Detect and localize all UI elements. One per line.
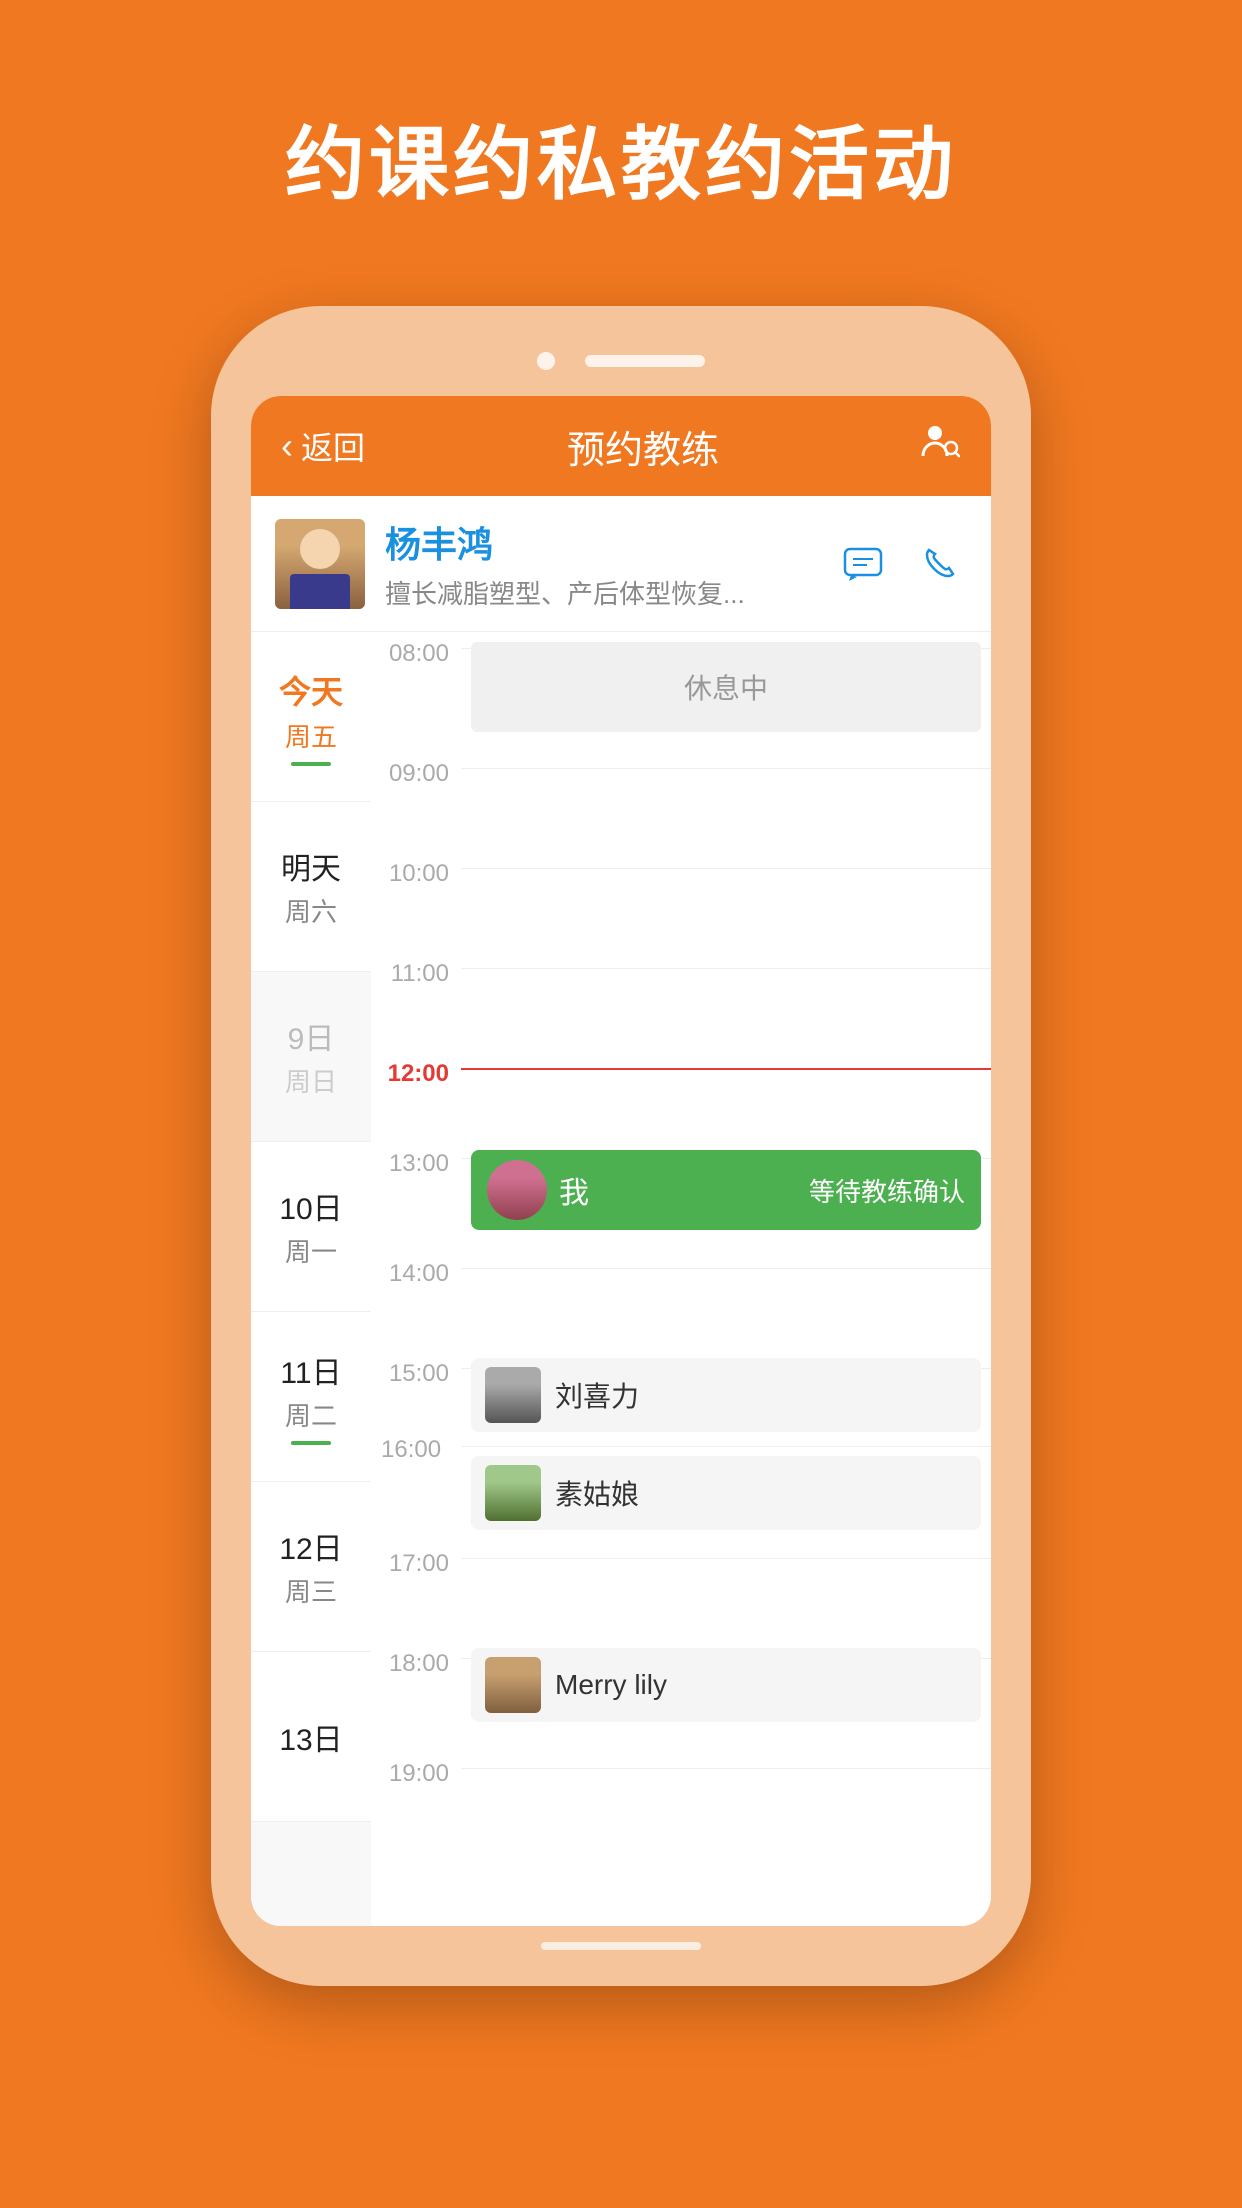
booking-status: 等待教练确认 bbox=[809, 1172, 965, 1209]
time-content-0800: 休息中 bbox=[461, 632, 991, 740]
date-12-weekday: 周三 bbox=[285, 1572, 337, 1609]
time-label-1200: 12:00 bbox=[371, 1052, 461, 1088]
phone-button[interactable] bbox=[911, 540, 967, 588]
time-slot-1400: 14:00 bbox=[371, 1252, 991, 1352]
time-slot-1900: 19:00 bbox=[371, 1752, 991, 1852]
time-label-1500: 15:00 bbox=[371, 1352, 461, 1388]
schedule-area: 08:00 休息中 09:00 10:00 bbox=[371, 632, 991, 1926]
date-item-tomorrow[interactable]: 明天 周六 bbox=[251, 802, 371, 972]
time-label-1900: 19:00 bbox=[371, 1752, 461, 1788]
date-12-label: 12日 bbox=[279, 1524, 342, 1568]
date-9-label: 9日 bbox=[288, 1014, 335, 1058]
time-label-1400: 14:00 bbox=[371, 1252, 461, 1288]
phone-dot bbox=[537, 352, 555, 370]
date-10-label: 10日 bbox=[279, 1184, 342, 1228]
time-content-1800: Merry lily bbox=[461, 1642, 991, 1734]
date-today-weekday: 周五 bbox=[285, 717, 337, 754]
date-9-weekday: 周日 bbox=[285, 1062, 337, 1099]
date-item-11[interactable]: 11日 周二 bbox=[251, 1312, 371, 1482]
time-slot-1300[interactable]: 13:00 我 等待教练确认 bbox=[371, 1142, 991, 1252]
time-slot-1700: 17:00 bbox=[371, 1542, 991, 1642]
today-underline bbox=[291, 762, 331, 766]
time-label-0800: 08:00 bbox=[371, 632, 461, 668]
phone-device: ‹ 返回 预约教练 杨丰鸿 擅长减脂塑型、产后体型恢复... bbox=[211, 306, 1031, 1986]
phone-speaker-bar bbox=[585, 355, 705, 367]
time-label-1100: 11:00 bbox=[371, 952, 461, 988]
merrylily-avatar bbox=[485, 1657, 541, 1713]
page-title: 约课约私教约活动 bbox=[285, 100, 957, 216]
user-slot-liuxili[interactable]: 刘喜力 bbox=[471, 1358, 981, 1432]
time-slot-1200: 12:00 bbox=[371, 1052, 991, 1142]
date-item-13[interactable]: 13日 bbox=[251, 1652, 371, 1822]
phone-screen: ‹ 返回 预约教练 杨丰鸿 擅长减脂塑型、产后体型恢复... bbox=[251, 396, 991, 1926]
time-label-0900: 09:00 bbox=[371, 752, 461, 788]
time-slot-1000: 10:00 bbox=[371, 852, 991, 952]
date-11-label: 11日 bbox=[280, 1348, 341, 1392]
date-tomorrow-label: 明天 bbox=[281, 844, 341, 888]
rest-slot: 休息中 bbox=[471, 642, 981, 732]
user-slot-sugouniang[interactable]: 素姑娘 bbox=[471, 1456, 981, 1530]
merrylily-name: Merry lily bbox=[555, 1669, 667, 1701]
date-10-weekday: 周一 bbox=[285, 1232, 337, 1269]
back-chevron-icon: ‹ bbox=[281, 425, 293, 467]
time-slot-1100: 11:00 bbox=[371, 952, 991, 1052]
sugouniang-name: 素姑娘 bbox=[555, 1473, 639, 1513]
time-label-1000: 10:00 bbox=[371, 852, 461, 888]
trainer-name: 杨丰鸿 bbox=[385, 516, 815, 568]
date-sidebar: 今天 周五 明天 周六 9日 周日 10日 周一 bbox=[251, 632, 371, 1926]
time-slot-0800: 08:00 休息中 bbox=[371, 632, 991, 752]
header-title: 预约教练 bbox=[567, 419, 719, 474]
trainer-bar: 杨丰鸿 擅长减脂塑型、产后体型恢复... bbox=[251, 496, 991, 632]
date-tomorrow-weekday: 周六 bbox=[285, 892, 337, 929]
booking-my-name: 我 bbox=[559, 1168, 589, 1212]
time-label-1800: 18:00 bbox=[371, 1642, 461, 1678]
date-item-12[interactable]: 12日 周三 bbox=[251, 1482, 371, 1652]
app-header: ‹ 返回 预约教练 bbox=[251, 396, 991, 496]
liuxili-avatar bbox=[485, 1367, 541, 1423]
date-today-label: 今天 bbox=[279, 667, 343, 713]
phone-home-bar[interactable] bbox=[541, 1942, 701, 1950]
trainer-info: 杨丰鸿 擅长减脂塑型、产后体型恢复... bbox=[385, 516, 815, 611]
content-area: 今天 周五 明天 周六 9日 周日 10日 周一 bbox=[251, 632, 991, 1926]
back-button[interactable]: ‹ 返回 bbox=[281, 423, 365, 469]
day11-underline bbox=[291, 1441, 331, 1445]
time-slot-0900: 09:00 bbox=[371, 752, 991, 852]
trainer-description: 擅长减脂塑型、产后体型恢复... bbox=[385, 574, 815, 611]
time-slot-1500: 15:00 刘喜力 16:00 bbox=[371, 1352, 991, 1542]
time-content-1300: 我 等待教练确认 bbox=[461, 1142, 991, 1238]
time-label-1300: 13:00 bbox=[371, 1142, 461, 1178]
user-slot-merrylily[interactable]: Merry lily bbox=[471, 1648, 981, 1722]
person-settings-icon[interactable] bbox=[921, 424, 961, 469]
date-11-weekday: 周二 bbox=[285, 1396, 337, 1433]
rest-label: 休息中 bbox=[684, 667, 768, 707]
trainer-actions bbox=[835, 540, 967, 588]
date-item-9[interactable]: 9日 周日 bbox=[251, 972, 371, 1142]
my-avatar bbox=[487, 1160, 547, 1220]
phone-top-area bbox=[211, 306, 1031, 396]
time-label-1700: 17:00 bbox=[371, 1542, 461, 1578]
back-label: 返回 bbox=[301, 423, 365, 469]
liuxili-name: 刘喜力 bbox=[555, 1375, 639, 1415]
my-booking-slot[interactable]: 我 等待教练确认 bbox=[471, 1150, 981, 1230]
date-item-today[interactable]: 今天 周五 bbox=[251, 632, 371, 802]
sugouniang-avatar bbox=[485, 1465, 541, 1521]
date-item-10[interactable]: 10日 周一 bbox=[251, 1142, 371, 1312]
message-button[interactable] bbox=[835, 540, 891, 588]
time-content-1500: 刘喜力 16:00 素姑娘 bbox=[461, 1352, 991, 1542]
date-13-label: 13日 bbox=[279, 1715, 342, 1759]
trainer-avatar bbox=[275, 519, 365, 609]
time-slot-1800: 18:00 Merry lily bbox=[371, 1642, 991, 1752]
